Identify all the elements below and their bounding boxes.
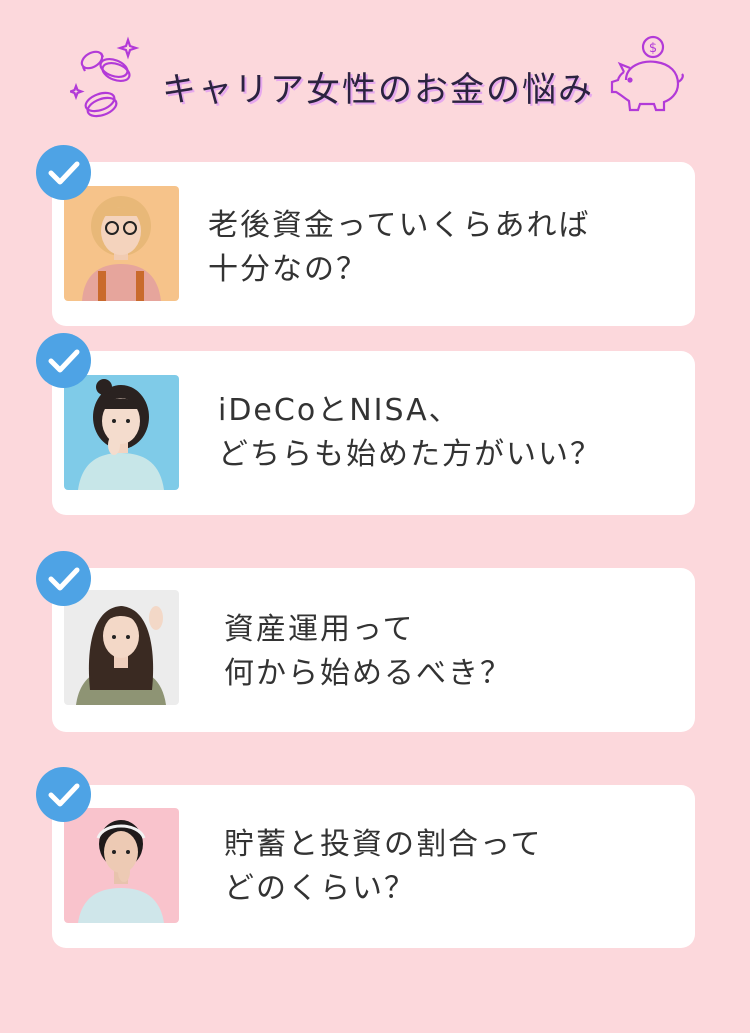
item-text: 貯蓄と投資の割合って どのくらい？ (224, 823, 543, 911)
item-text-line1: 老後資金っていくらあれば (208, 208, 591, 243)
item-text-line1: 資産運用って (224, 612, 415, 647)
item-text: 資産運用って 何から始めるべき？ (224, 608, 512, 696)
item-text: 老後資金っていくらあれば 十分なの？ (208, 204, 591, 292)
piggy-bank-icon: $ (610, 35, 684, 112)
item-text-line1: iDeCoとNISA、 (218, 393, 461, 428)
avatar (64, 808, 179, 923)
avatar (64, 590, 179, 705)
item-text-line2: どちらも始めた方がいい？ (218, 437, 602, 472)
check-icon (36, 333, 91, 388)
item-text-line2: どのくらい？ (224, 871, 416, 906)
avatar (64, 186, 179, 301)
item-text: iDeCoとNISA、 どちらも始めた方がいい？ (218, 389, 602, 477)
page-title: キャリア女性のお金の悩み (162, 70, 594, 110)
avatar (64, 375, 179, 490)
check-icon (36, 551, 91, 606)
list-item: iDeCoとNISA、 どちらも始めた方がいい？ (52, 351, 695, 515)
list-item: 資産運用って 何から始めるべき？ (52, 568, 695, 732)
list-item: 老後資金っていくらあれば 十分なの？ (52, 162, 695, 326)
coins-icon (70, 36, 140, 118)
item-text-line1: 貯蓄と投資の割合って (224, 827, 543, 862)
item-text-line2: 十分なの？ (208, 252, 368, 287)
svg-text:$: $ (649, 41, 657, 56)
check-icon (36, 767, 91, 822)
header: キャリア女性のお金の悩み $ (0, 0, 750, 150)
list-item: 貯蓄と投資の割合って どのくらい？ (52, 785, 695, 948)
item-text-line2: 何から始めるべき？ (224, 656, 512, 691)
check-icon (36, 145, 91, 200)
